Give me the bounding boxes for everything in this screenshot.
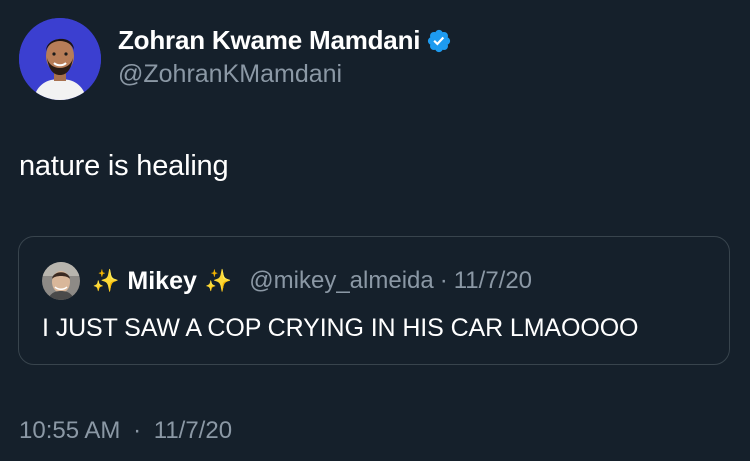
author-display-name[interactable]: Zohran Kwame Mamdani xyxy=(118,25,420,56)
sparkle-right-icon: ✨ xyxy=(204,268,233,293)
author-row: Zohran Kwame Mamdani @ZohranKMamdani xyxy=(19,18,452,100)
author-avatar-image xyxy=(19,18,101,100)
author-names: Zohran Kwame Mamdani @ZohranKMamdani xyxy=(118,25,452,89)
quoted-tweet-text: I JUST SAW A COP CRYING IN HIS CAR LMAOO… xyxy=(42,314,639,342)
timestamp-separator: · xyxy=(133,417,142,444)
author-handle[interactable]: @ZohranKMamdani xyxy=(118,60,452,89)
tweet-timestamp: 10:55 AM · 11/7/20 xyxy=(19,417,232,445)
sparkle-left-icon: ✨ xyxy=(92,268,120,293)
quoted-tweet-date[interactable]: 11/7/20 xyxy=(454,267,532,295)
tweet-text: nature is healing xyxy=(19,150,229,182)
quoted-author-avatar[interactable] xyxy=(42,262,80,300)
quoted-tweet-header: ✨ Mikey ✨ @mikey_almeida · 11/7/20 xyxy=(42,262,532,300)
quoted-author-name[interactable]: Mikey xyxy=(127,267,196,296)
quoted-author-handle[interactable]: @mikey_almeida xyxy=(249,267,433,295)
display-name-row[interactable]: Zohran Kwame Mamdani xyxy=(118,25,452,56)
tweet-card: Zohran Kwame Mamdani @ZohranKMamdani nat… xyxy=(0,0,750,461)
author-avatar[interactable] xyxy=(19,18,101,100)
quoted-tweet[interactable]: ✨ Mikey ✨ @mikey_almeida · 11/7/20 I JUS… xyxy=(18,236,730,365)
timestamp-time[interactable]: 10:55 AM xyxy=(19,417,120,444)
quoted-avatar-image xyxy=(42,262,80,300)
quoted-separator: · xyxy=(439,267,448,294)
verified-badge-icon xyxy=(426,28,452,54)
timestamp-date[interactable]: 11/7/20 xyxy=(154,417,232,444)
